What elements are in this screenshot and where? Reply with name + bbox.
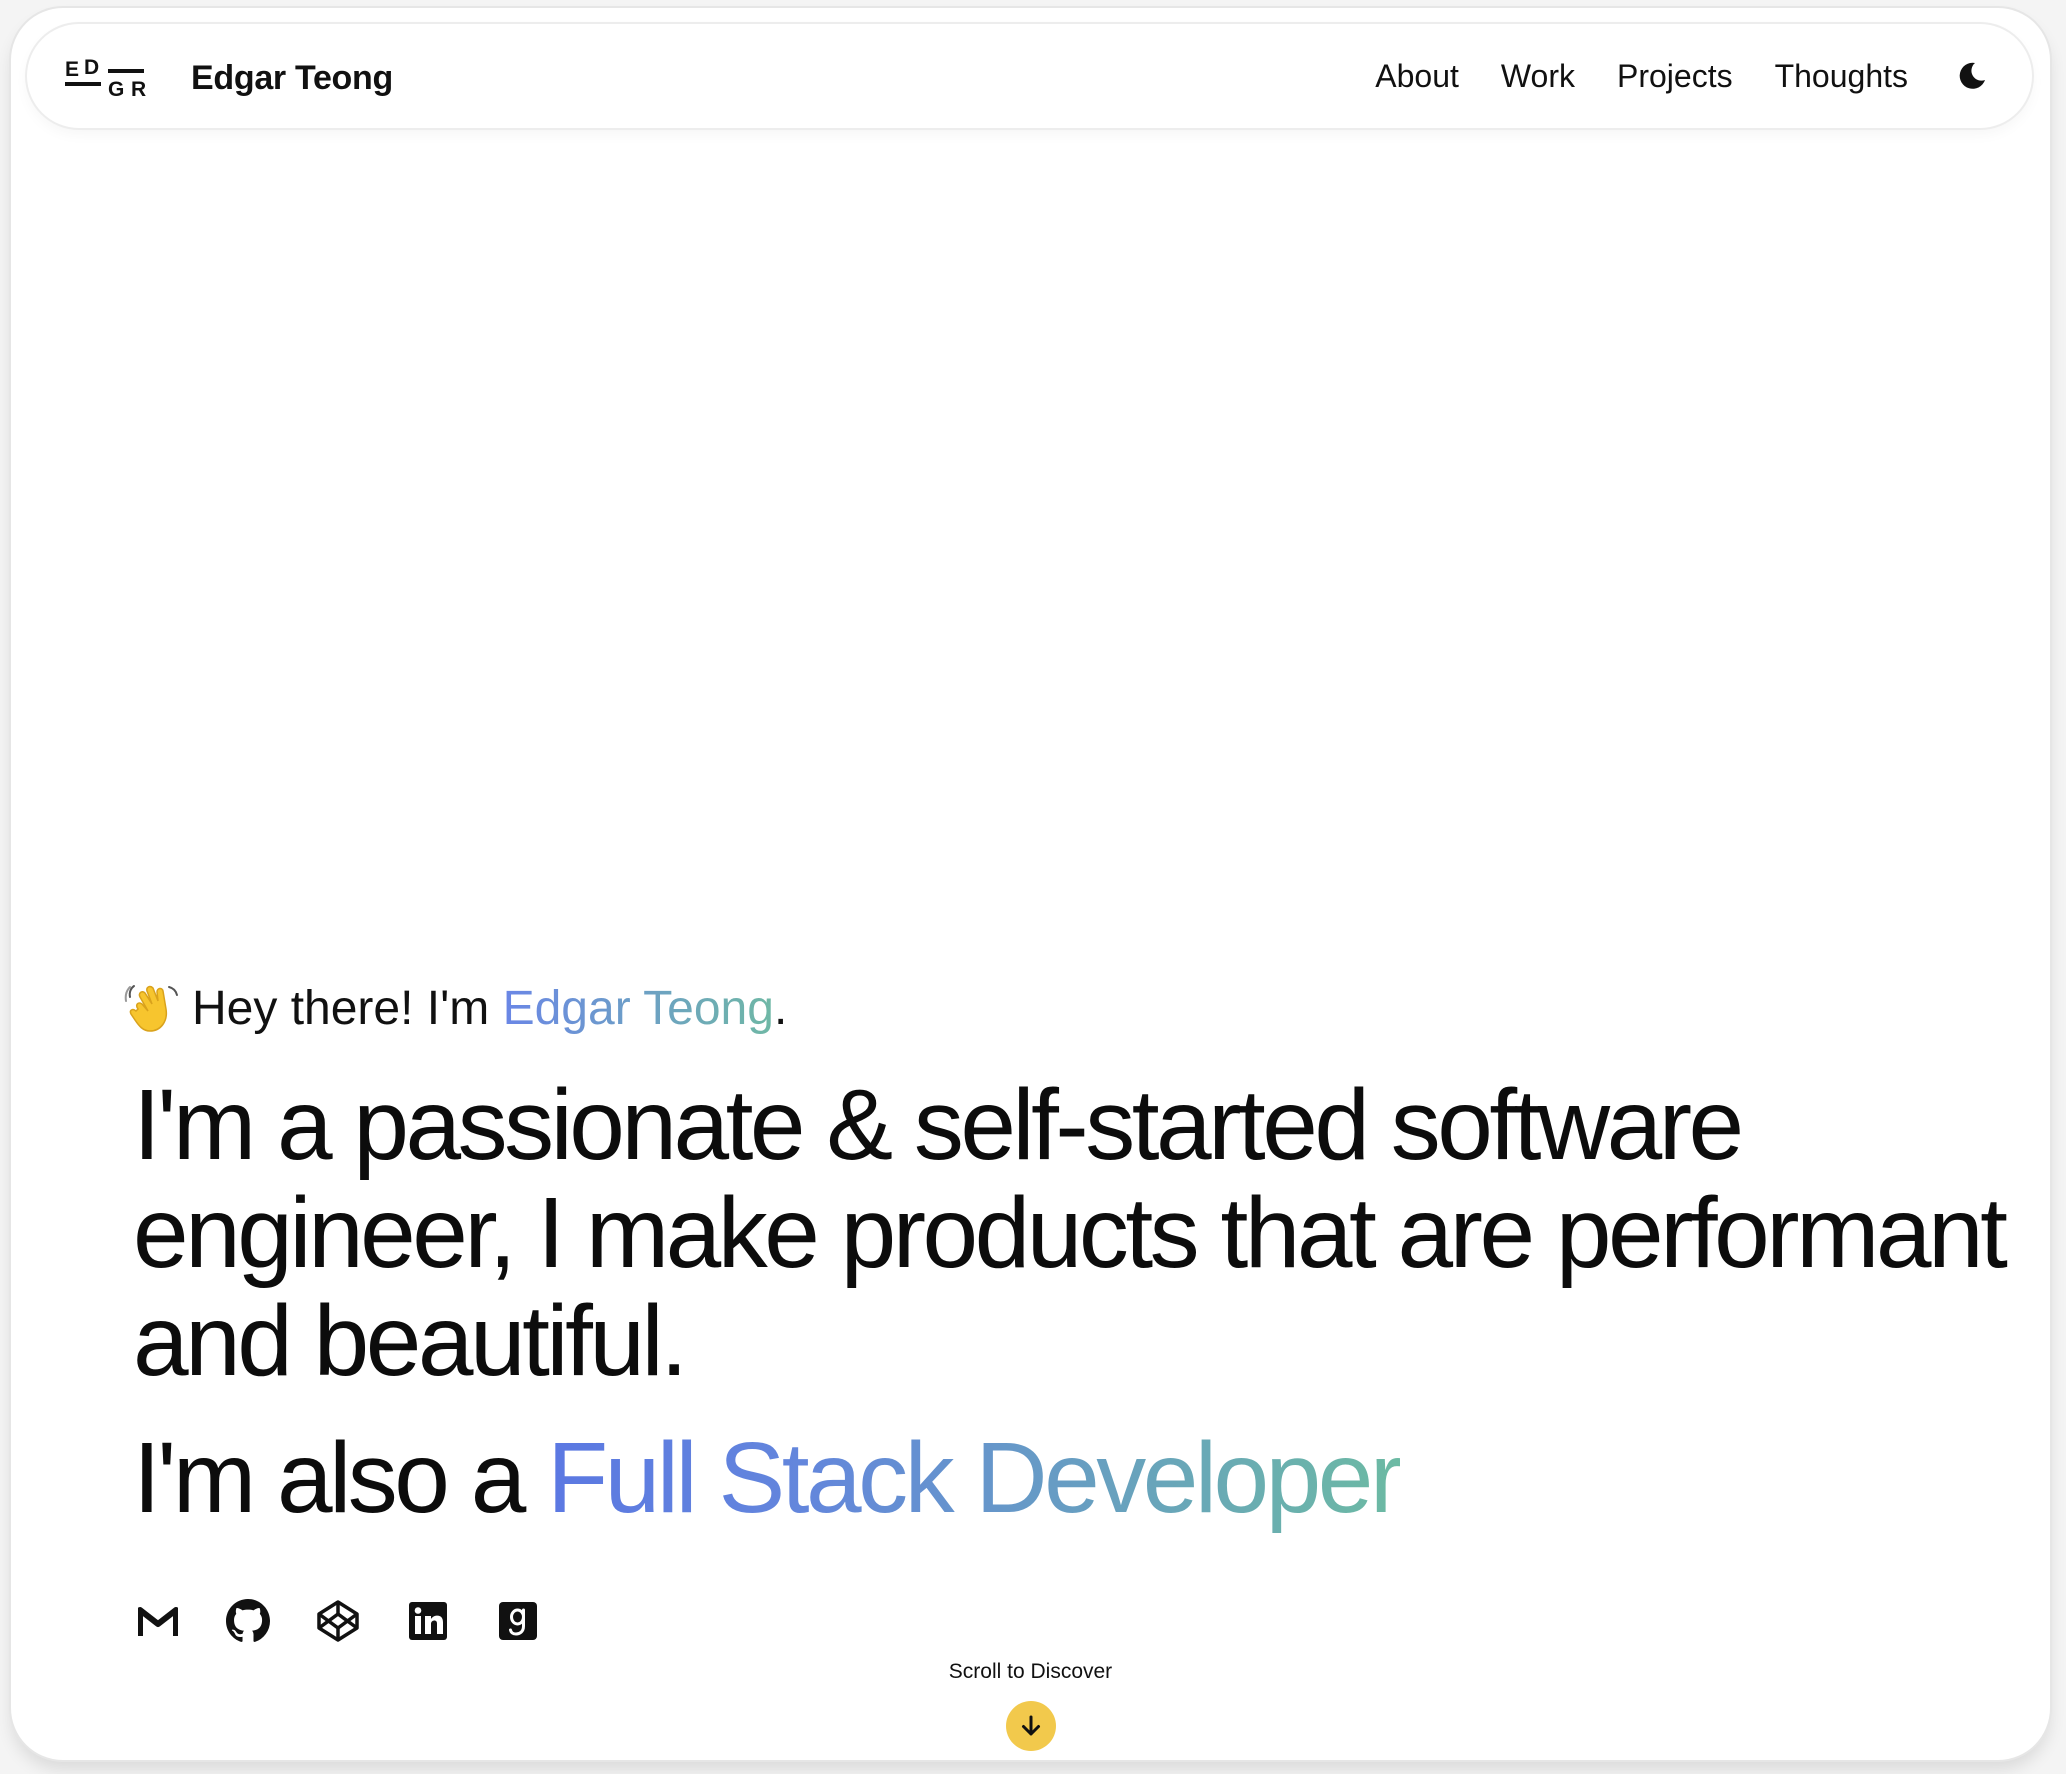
svg-text:G: G [108,78,124,101]
main-nav: About Work Projects Thoughts [1333,24,1992,128]
arrow-down-icon [1022,1715,1040,1736]
svg-text:D: D [84,56,99,79]
hero-headline: I'm a passionate & self-started software… [133,1069,2008,1397]
greeting-suffix: . [773,981,788,1035]
social-github-link[interactable] [225,1598,271,1644]
site-header: E D G R Edgar Teong About Work Projects … [27,24,2032,128]
social-goodreads-link[interactable] [495,1598,541,1644]
codepen-icon [317,1600,359,1642]
scroll-label: Scroll to Discover [948,1660,1113,1683]
social-links [135,1598,585,1644]
greeting-prefix: Hey there! I'm [192,981,503,1035]
greeting-name: Edgar Teong [502,981,774,1035]
gmail-icon [138,1607,178,1636]
moon-icon [1959,62,1985,89]
greeting: Hey there! I'm Edgar Teong . [124,976,787,1040]
social-gmail-link[interactable] [135,1598,181,1644]
scroll-down-button[interactable] [1006,1701,1056,1751]
svg-text:E: E [65,58,79,81]
role-title: Full Stack Developer [547,1422,1403,1534]
logo-icon: E D G R [65,56,146,101]
brand-name: Edgar Teong [191,58,393,97]
nav-item-thoughts[interactable]: Thoughts [1775,58,1908,95]
linkedin-icon [409,1602,447,1640]
github-icon [226,1599,270,1642]
theme-toggle-button[interactable] [1952,56,1992,96]
role-line: I'm also a Full Stack Developer [133,1422,1403,1534]
goodreads-icon [499,1602,537,1640]
role-prefix: I'm also a [133,1422,548,1534]
svg-text:R: R [131,78,146,101]
nav-item-projects[interactable]: Projects [1617,58,1733,95]
brand-link[interactable]: E D G R Edgar Teong [65,54,393,102]
nav-item-about[interactable]: About [1375,58,1459,95]
nav-item-work[interactable]: Work [1501,58,1575,95]
social-codepen-link[interactable] [315,1598,361,1644]
waving-hand-icon [124,985,178,1032]
page-frame: E D G R Edgar Teong About Work Projects … [11,8,2050,1760]
social-linkedin-link[interactable] [405,1598,451,1644]
